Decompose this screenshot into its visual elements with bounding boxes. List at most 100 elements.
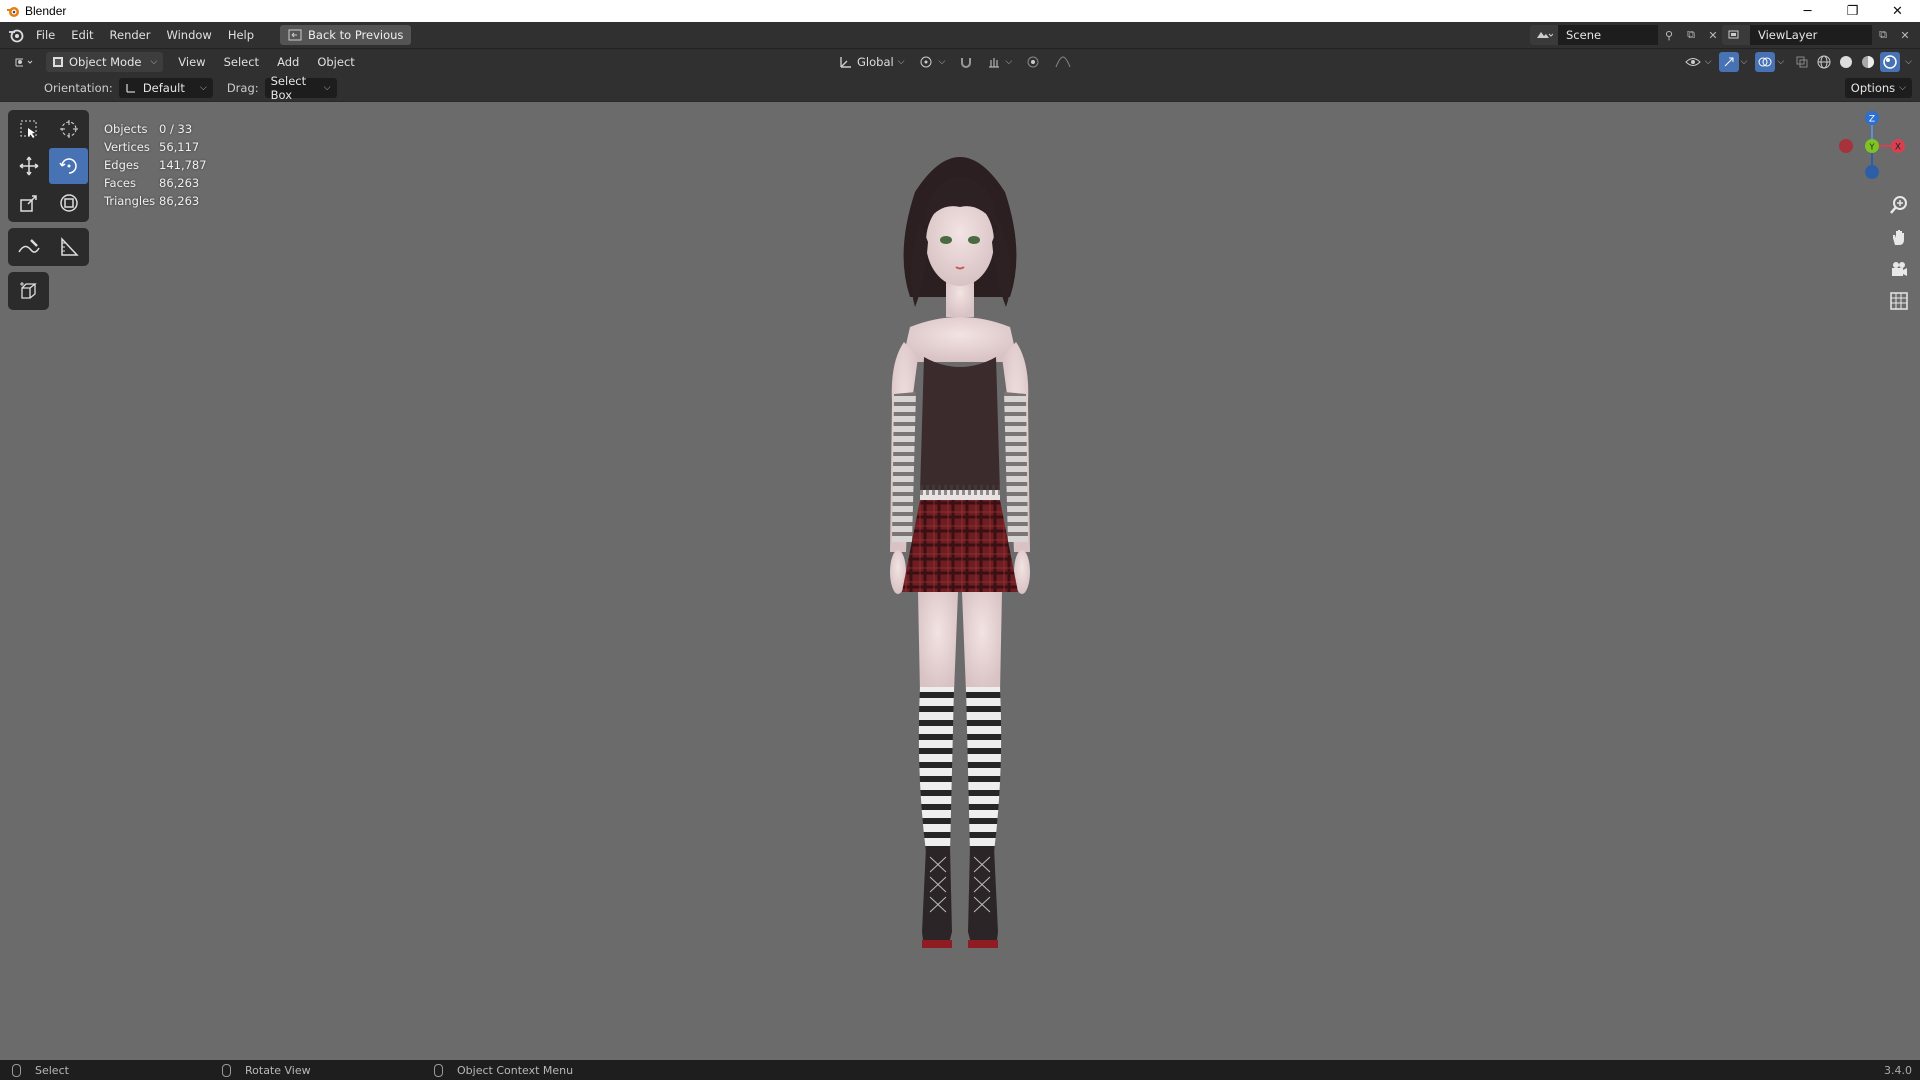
view-layer-name-field[interactable]: ViewLayer [1750,25,1872,45]
navigation-gizmo[interactable]: Z X Y [1832,106,1912,186]
back-to-previous-button[interactable]: Back to Previous [280,25,412,45]
minimize-button[interactable]: ─ [1785,0,1830,22]
menu-object[interactable]: Object [308,55,363,69]
options-dropdown[interactable]: Options ⌵ [1844,78,1912,98]
delete-view-layer-icon[interactable]: ✕ [1894,25,1916,45]
wireframe-shading-button[interactable] [1814,52,1834,72]
orientation-label: Orientation: [44,81,113,95]
annotate-tool[interactable] [9,229,48,265]
viewport-navigation [1886,192,1912,314]
chevron-down-icon: ⌵ [150,57,158,67]
3d-viewport[interactable]: Objects 0 / 33 Vertices 56,117 Edges 141,78… [0,102,1920,1060]
new-view-layer-icon[interactable]: ⧉ [1872,25,1894,45]
perspective-toggle-button[interactable] [1886,288,1912,314]
orientation-value: Default [142,81,185,95]
delete-scene-icon[interactable]: ✕ [1702,25,1724,45]
menu-edit[interactable]: Edit [63,22,101,48]
solid-sphere-icon [1840,56,1853,68]
status-select-label: Select [35,1063,69,1077]
left-sleeve [892,392,916,542]
stat-label: Edges [104,158,139,172]
rendered-sphere-icon [1883,55,1897,69]
character-model[interactable] [820,132,1100,1032]
pan-button[interactable] [1886,224,1912,250]
eye-icon [1684,58,1701,66]
transform-orientation-dropdown[interactable]: Global ⌵ [834,52,910,72]
status-context-label: Object Context Menu [457,1063,574,1077]
menu-window[interactable]: Window [158,22,219,48]
gizmo-neg-z-axis[interactable] [1865,165,1879,179]
proportional-edit-toggle[interactable] [1021,52,1045,72]
chevron-down-icon: ⌵ [897,57,905,67]
chevron-down-icon[interactable]: ⌵ [1777,57,1784,67]
magnet-icon [961,58,972,68]
right-stocking [966,687,1002,852]
stat-value: 0 / 33 [159,122,193,136]
status-bar: Select Rotate View Object Context Menu 3… [0,1060,1920,1080]
visibility-dropdown[interactable]: ⌵ [1680,52,1717,72]
select-box-tool[interactable] [9,111,48,147]
close-button[interactable]: ✕ [1875,0,1920,22]
snap-toggle[interactable] [954,52,978,72]
editor-type-icon[interactable] [8,52,40,72]
rendered-shading-button[interactable] [1880,52,1901,72]
plaid-skirt [902,500,1018,592]
stat-label: Vertices [104,140,150,154]
object-mode-dropdown[interactable]: Object Mode ⌵ [46,52,164,72]
camera-view-button[interactable] [1886,256,1912,282]
maximize-button[interactable]: ❐ [1830,0,1875,22]
view-layer-browse-icon[interactable] [1722,25,1750,45]
right-eye [968,236,980,244]
new-scene-icon[interactable]: ⧉ [1680,25,1702,45]
material-preview-button[interactable] [1858,52,1878,72]
pivot-icon [920,56,932,68]
move-tool[interactable] [9,148,48,184]
menu-render[interactable]: Render [102,22,159,48]
cursor-icon [59,120,78,138]
overlays-toggle[interactable] [1755,52,1776,72]
chevron-down-icon: ⌵ [1899,83,1906,93]
scale-tool[interactable] [9,185,48,221]
transform-tool[interactable] [49,185,88,221]
pin-icon[interactable]: ⚲ [1658,25,1680,45]
gizmo-y-label: Y [1869,143,1875,152]
scene-name-field[interactable]: Scene [1558,25,1658,45]
gizmo-icon [1724,57,1734,67]
status-rotate-label: Rotate View [245,1063,311,1077]
scene-browse-icon[interactable] [1530,25,1558,45]
blender-menu-icon[interactable] [4,22,28,48]
scene-statistics: Objects 0 / 33 Vertices 56,117 Edges 141,78… [104,120,207,210]
add-cube-tool[interactable] [9,273,48,309]
cursor-tool[interactable] [49,111,88,147]
chevron-down-icon: ⌵ [938,57,946,67]
stat-value: 141,787 [159,158,207,172]
orientation-axes-icon [126,84,135,93]
gizmo-x-label: X [1895,143,1901,153]
menu-select[interactable]: Select [215,55,268,69]
zoom-button[interactable] [1886,192,1912,218]
status-rotate-hint: Rotate View [222,1063,311,1077]
chevron-down-icon[interactable]: ⌵ [1741,57,1748,67]
drag-dropdown[interactable]: Select Box ⌵ [264,74,337,102]
menu-add[interactable]: Add [268,55,308,69]
stat-label: Faces [104,176,136,190]
gizmo-neg-x-axis[interactable] [1839,139,1853,153]
pivot-point-dropdown[interactable]: ⌵ [914,52,951,72]
zoom-icon [1890,196,1907,214]
gizmo-toggle[interactable] [1718,52,1739,72]
menu-file[interactable]: File [28,22,63,48]
menu-help[interactable]: Help [220,22,262,48]
measure-tool[interactable] [49,229,88,265]
orientation-dropdown[interactable]: Default ⌵ [118,78,213,98]
stat-triangles: Triangles 86,263 [104,192,207,210]
chevron-down-icon[interactable]: ⌵ [1905,57,1912,67]
xray-toggle[interactable] [1792,52,1812,72]
solid-shading-button[interactable] [1836,52,1856,72]
rotate-tool[interactable] [49,148,88,184]
stat-value: 86,263 [159,176,200,190]
menu-view[interactable]: View [169,55,214,69]
snap-target-dropdown[interactable]: ⌵ [982,52,1017,72]
hand-icon [1893,230,1904,245]
falloff-dropdown[interactable] [1049,52,1077,72]
wireframe-sphere-icon [1817,55,1831,69]
